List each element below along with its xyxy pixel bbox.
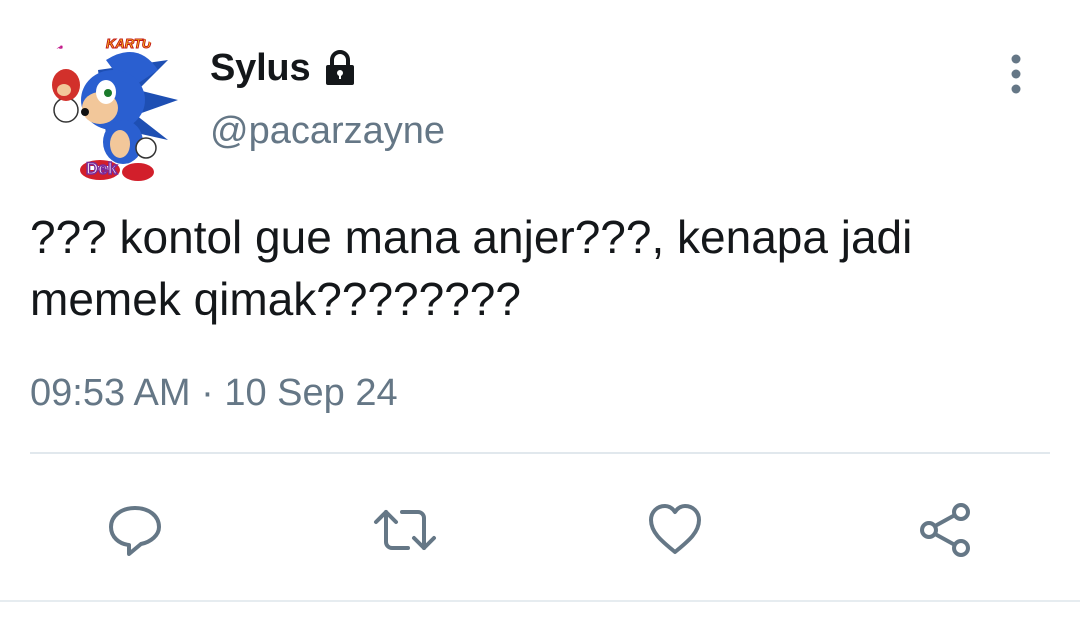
reply-icon xyxy=(109,506,161,556)
tweet-card: ma KARTU Dek Sylus @pacarzayne ??? konto… xyxy=(0,0,1080,618)
display-name[interactable]: Sylus xyxy=(210,47,311,90)
more-options-button[interactable] xyxy=(990,48,1042,100)
more-vertical-icon xyxy=(1011,54,1021,94)
tweet-timestamp[interactable]: 09:53 AM · 10 Sep 24 xyxy=(30,372,398,415)
share-button[interactable] xyxy=(905,490,985,570)
avatar-badge-text: Dek xyxy=(86,159,118,178)
avatar[interactable]: ma KARTU Dek xyxy=(28,30,188,190)
avatar-top-right-text: KARTU xyxy=(106,36,152,51)
retweet-button[interactable] xyxy=(365,490,445,570)
like-button[interactable] xyxy=(635,490,715,570)
tweet-text: ??? kontol gue mana anjer???, kenapa jad… xyxy=(30,211,926,325)
sonic-avatar-icon: ma KARTU Dek xyxy=(28,30,188,190)
share-icon xyxy=(920,503,970,557)
bottom-divider xyxy=(0,600,1080,602)
lock-icon xyxy=(320,48,360,88)
heart-icon xyxy=(649,504,701,554)
retweet-icon xyxy=(374,510,436,550)
avatar-top-left-text: ma xyxy=(40,35,62,52)
action-bar xyxy=(0,490,1080,570)
user-name-row: Sylus xyxy=(210,44,360,92)
divider xyxy=(30,452,1050,454)
user-handle[interactable]: @pacarzayne xyxy=(210,110,445,153)
reply-button[interactable] xyxy=(95,490,175,570)
